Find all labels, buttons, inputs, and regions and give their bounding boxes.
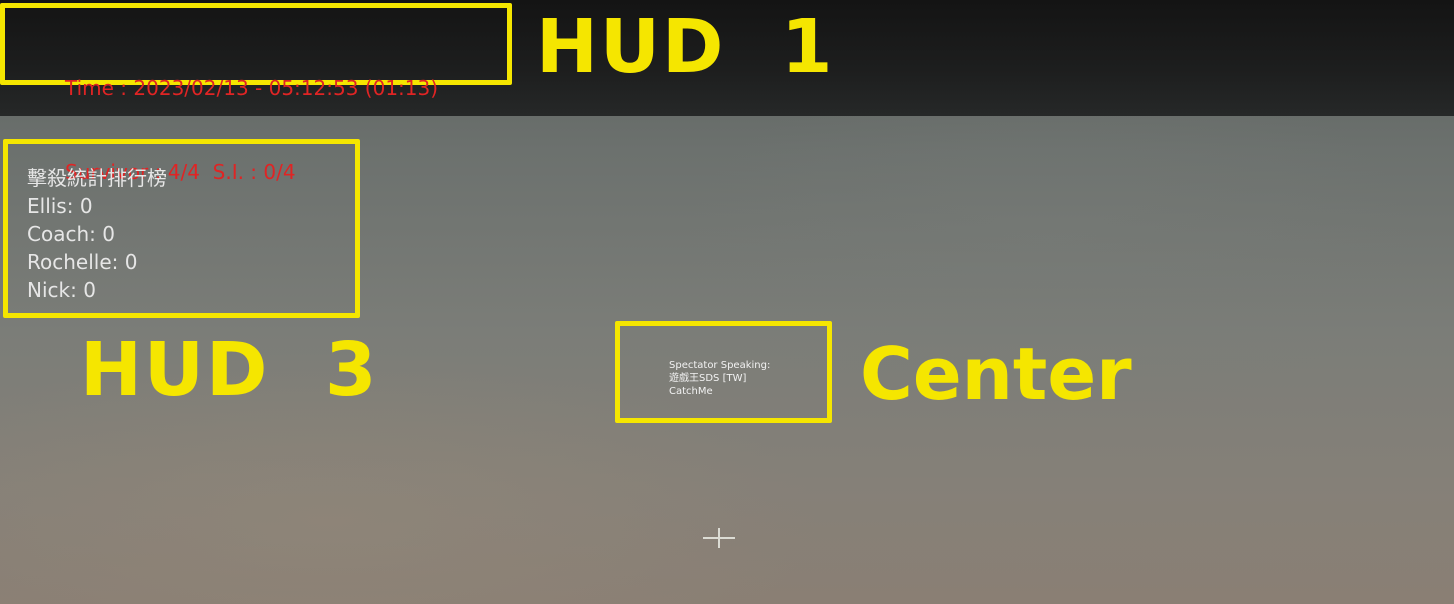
- hud1-annotation-label: HUD 1: [536, 4, 835, 90]
- hud3-entry-rochelle: Rochelle: 0: [27, 250, 138, 274]
- center-spectator-name: 遊戲王SDS [TW]: [669, 373, 747, 384]
- crosshair-vertical-line: [718, 528, 720, 548]
- center-spectator-player: CatchMe: [669, 386, 713, 397]
- center-spectator-panel: Spectator Speaking: 遊戲王SDS [TW] CatchMe: [669, 359, 770, 398]
- center-annotation-label: Center: [860, 332, 1132, 416]
- hud3-entry-ellis: Ellis: 0: [27, 194, 93, 218]
- center-spectator-heading: Spectator Speaking:: [669, 360, 771, 371]
- hud3-annotation-label: HUD 3: [80, 327, 379, 413]
- hud3-title: 擊殺統計排行榜: [27, 166, 167, 190]
- hud3-kill-stats-panel: 擊殺統計排行榜 Ellis: 0 Coach: 0 Rochelle: 0 Ni…: [27, 164, 167, 304]
- hud1-time-text: Time : 2023/02/13 - 05:12:53 (01:13): [65, 76, 439, 100]
- hud3-entry-coach: Coach: 0: [27, 222, 115, 246]
- crosshair-icon: [703, 528, 735, 548]
- hud3-entry-nick: Nick: 0: [27, 278, 96, 302]
